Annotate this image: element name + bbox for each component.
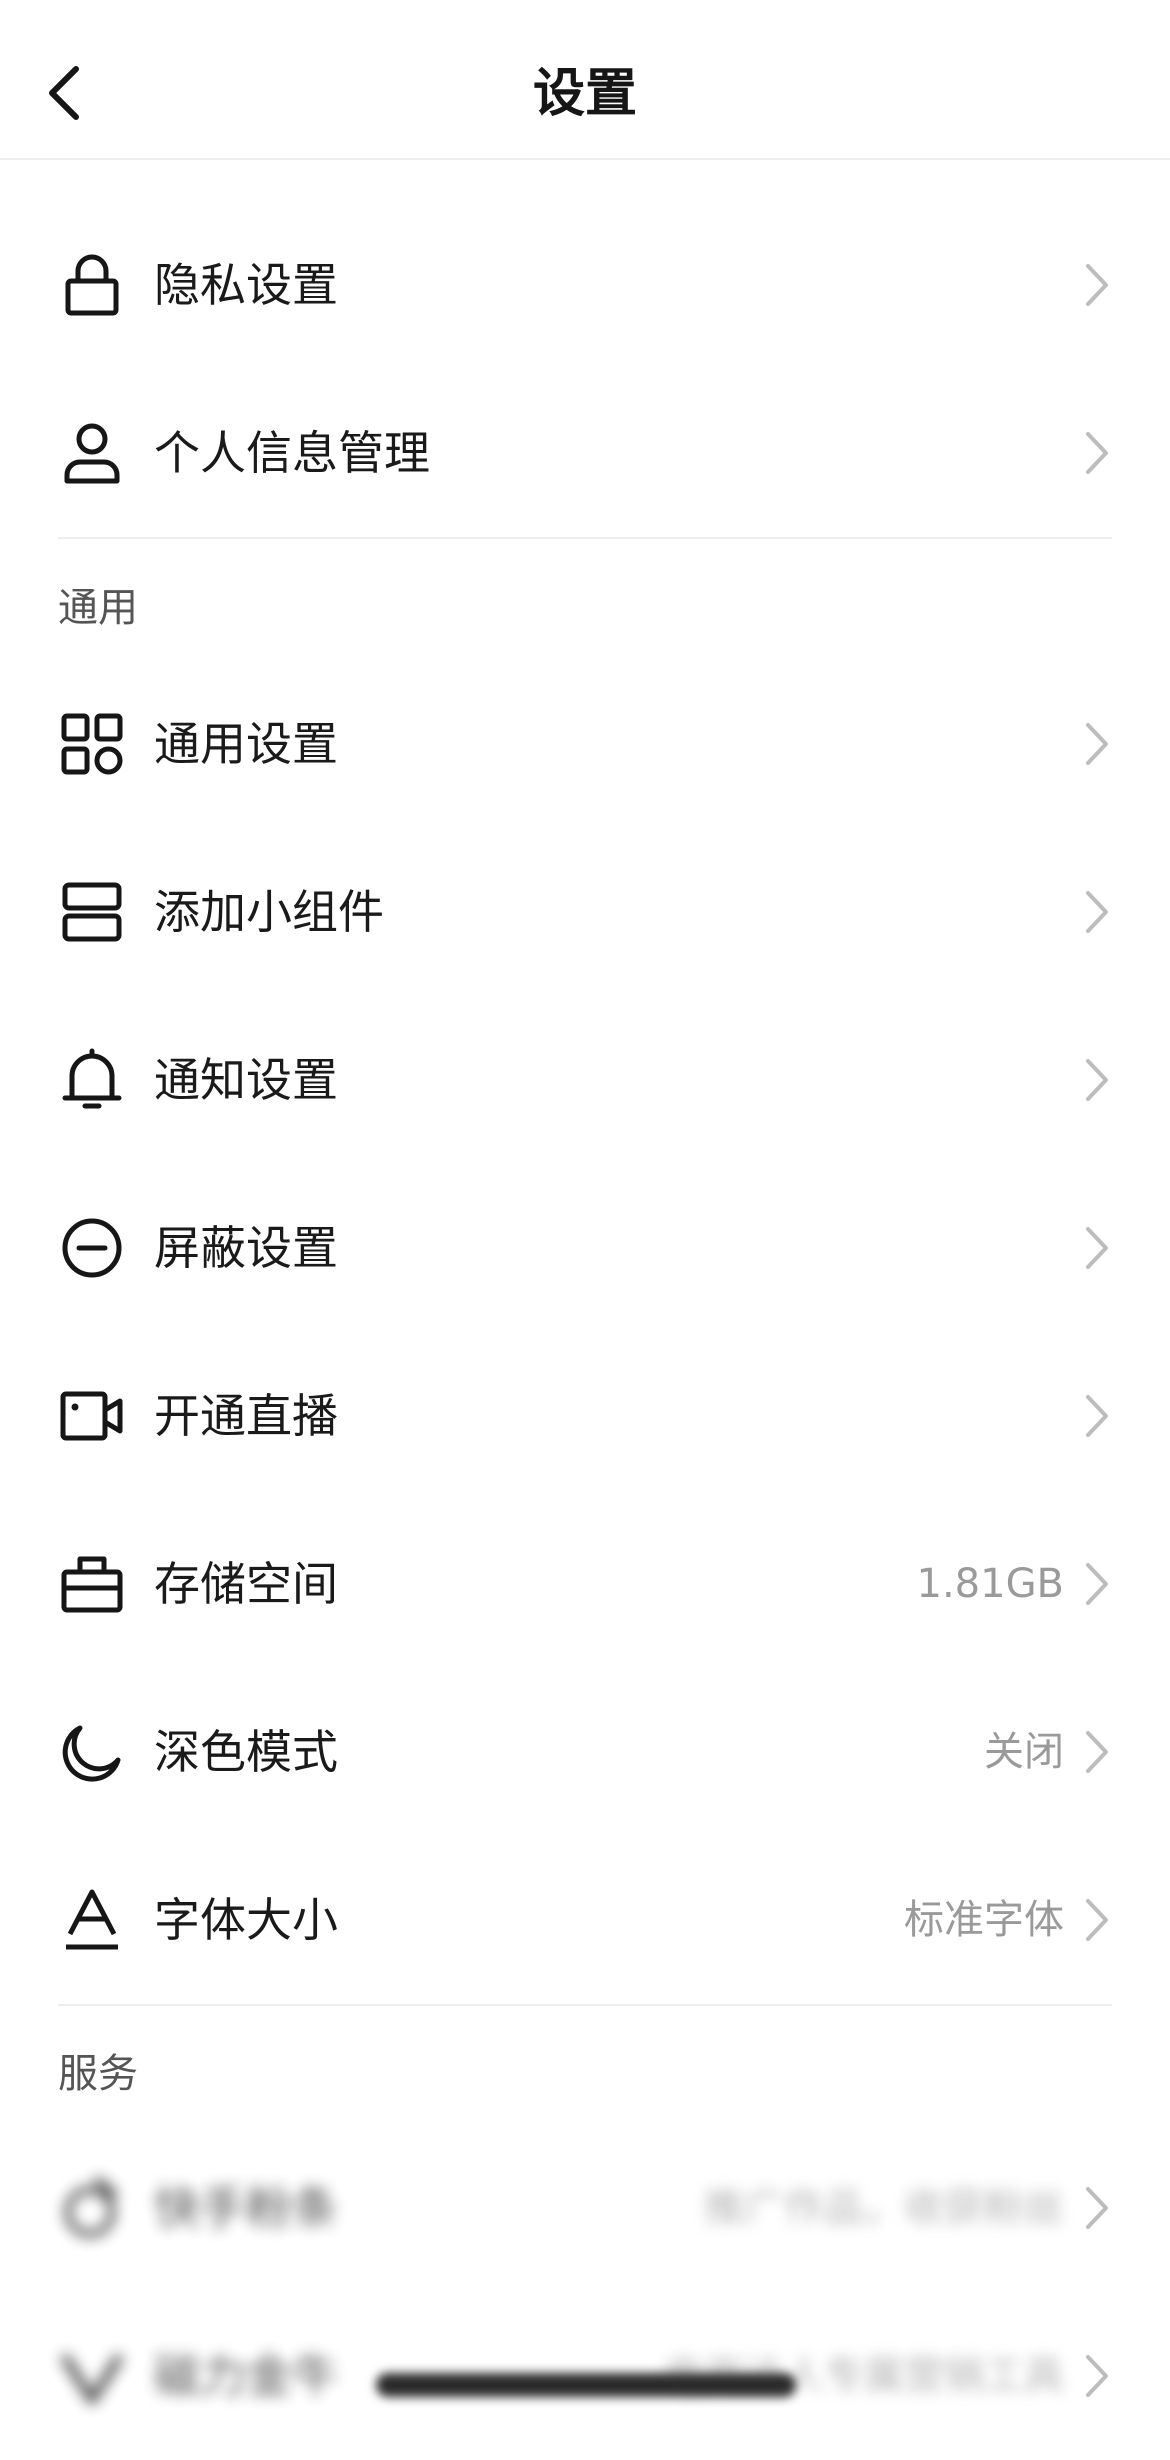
item-label: 通知设置 [154,1053,338,1107]
section-title-services: 服务 [58,2051,138,2097]
chevron-right-icon [1086,1563,1108,1605]
chevron-right-icon [1086,2187,1108,2229]
item-label: 开通直播 [154,1389,338,1443]
video-icon [60,1391,123,1441]
navigation-header: 设置 [0,0,1170,160]
block-icon [62,1218,122,1278]
service-value: 推广作品，收获粉丝 [704,2185,1064,2231]
privacy-settings-item[interactable]: 隐私设置 [0,201,1170,369]
chevron-right-icon [1086,1395,1108,1437]
grid-icon [61,713,123,775]
section-divider [58,2004,1112,2006]
dark-mode-item[interactable]: 深色模式 关闭 [0,1668,1170,1836]
service-icon [64,2176,118,2238]
block-settings-item[interactable]: 屏蔽设置 [0,1164,1170,1332]
item-label: 通用设置 [154,717,338,771]
section-divider [58,537,1112,539]
notification-settings-item[interactable]: 通知设置 [0,996,1170,1164]
chevron-right-icon [1086,1899,1108,1941]
item-label: 磁力金牛 [154,2349,338,2403]
chevron-right-icon [1086,1059,1108,1101]
storage-value: 1.81GB [916,1561,1065,1607]
storage-space-item[interactable]: 存储空间 1.81GB [0,1500,1170,1668]
service-item-fans-promotion[interactable]: 快手粉条 推广作品，收获粉丝 [0,2124,1170,2292]
bell-icon [62,1048,122,1109]
personal-info-management-item[interactable]: 个人信息管理 [0,369,1170,537]
chevron-right-icon [1086,264,1108,306]
redaction-bar [376,2373,796,2397]
service-v-icon [60,2353,124,2405]
section-title-general: 通用 [58,585,138,631]
chevron-right-icon [1086,1227,1108,1269]
page-title: 设置 [532,64,637,124]
chevron-right-icon [1086,2355,1108,2397]
widget-icon [62,882,122,942]
item-label: 个人信息管理 [154,426,430,480]
chevron-right-icon [1086,1731,1108,1773]
chevron-right-icon [1086,432,1108,474]
item-label: 隐私设置 [154,258,338,312]
storage-icon [61,1556,123,1613]
item-label: 屏蔽设置 [154,1221,338,1275]
font-size-value: 标准字体 [904,1897,1064,1943]
lock-icon [65,254,119,316]
item-label: 深色模式 [154,1725,338,1779]
add-widget-item[interactable]: 添加小组件 [0,828,1170,996]
general-settings-item[interactable]: 通用设置 [0,660,1170,828]
moon-icon [62,1725,121,1782]
chevron-right-icon [1086,723,1108,765]
item-label: 添加小组件 [154,885,384,939]
dark-mode-value: 关闭 [984,1729,1064,1775]
user-icon [64,423,120,484]
font-size-icon [66,1889,118,1950]
font-size-item[interactable]: 字体大小 标准字体 [0,1836,1170,2004]
item-label: 存储空间 [154,1557,338,1611]
item-label: 快手粉条 [154,2181,338,2235]
item-label: 字体大小 [154,1893,338,1947]
start-live-stream-item[interactable]: 开通直播 [0,1332,1170,1500]
chevron-right-icon [1086,891,1108,933]
